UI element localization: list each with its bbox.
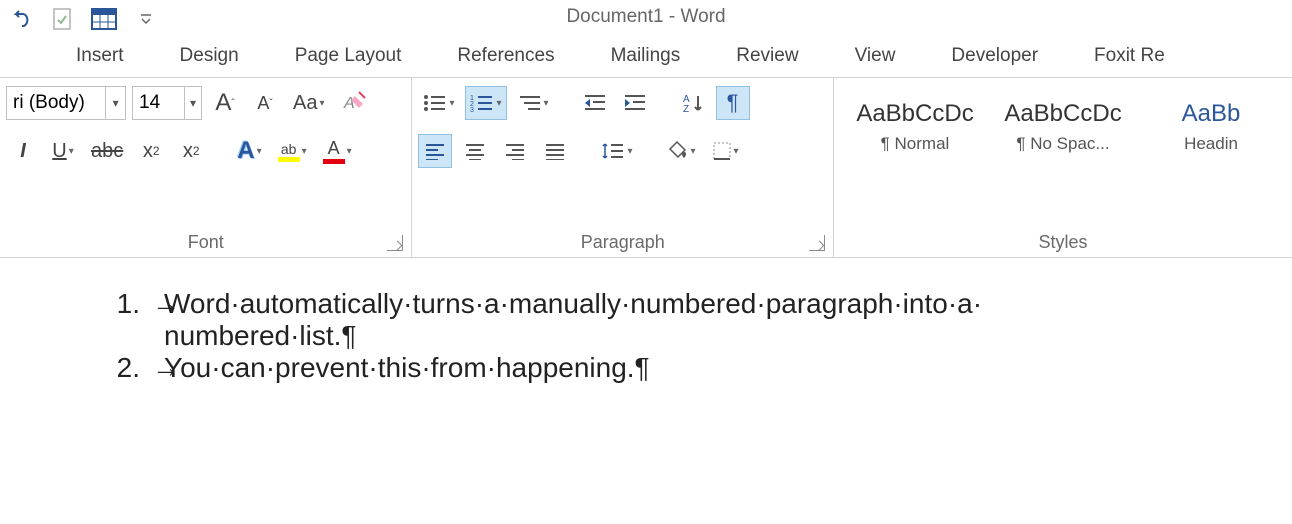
ribbon: ▾ ▾ Aˆ Aˇ Aa▾ A I U▾ abc x2 x2 (0, 78, 1292, 258)
ribbon-tabs: Insert Design Page Layout References Mai… (0, 38, 1292, 78)
font-size-input[interactable] (133, 92, 184, 114)
tab-references[interactable]: References (429, 37, 582, 77)
decrease-indent-button[interactable] (578, 86, 612, 120)
show-hide-marks-button[interactable]: ¶ (716, 86, 750, 120)
group-styles: AaBbCcDc ¶ Normal AaBbCcDc ¶ No Spac... … (834, 78, 1292, 257)
list-item-continuation: numbered·list.¶ (100, 320, 1292, 352)
shading-button[interactable]: ▾ (661, 134, 700, 168)
highlight-button[interactable]: ab▾ (273, 134, 312, 168)
list-item: 1. → Word·automatically·turns·a·manually… (100, 288, 1292, 320)
list-text[interactable]: Word·automatically·turns·a·manually·numb… (164, 288, 982, 320)
tab-page-layout[interactable]: Page Layout (267, 37, 430, 77)
align-left-button[interactable] (418, 134, 452, 168)
style-heading[interactable]: AaBb Headin (1146, 100, 1276, 154)
svg-text:3: 3 (470, 107, 474, 113)
font-size-combo[interactable]: ▾ (132, 86, 202, 120)
customize-qat-icon[interactable] (132, 5, 160, 33)
table-icon[interactable] (90, 5, 118, 33)
borders-button[interactable]: ▾ (707, 134, 744, 168)
align-center-button[interactable] (458, 134, 492, 168)
font-name-input[interactable] (7, 92, 105, 114)
undo-icon[interactable] (6, 5, 34, 33)
font-dialog-launcher[interactable] (387, 235, 403, 251)
list-item: 2. → You·can·prevent·this·from·happening… (100, 352, 1292, 384)
list-number: 2. (100, 352, 152, 384)
document-check-icon[interactable] (48, 5, 76, 33)
group-font: ▾ ▾ Aˆ Aˇ Aa▾ A I U▾ abc x2 x2 (0, 78, 412, 257)
list-text[interactable]: You·can·prevent·this·from·happening.¶ (164, 352, 650, 384)
bullets-button[interactable]: ▾ (418, 86, 459, 120)
list-text[interactable]: numbered·list.¶ (164, 320, 356, 352)
clear-formatting-button[interactable]: A (336, 86, 372, 120)
bold-button[interactable]: I (6, 134, 40, 168)
group-paragraph: ▾ 123▾ ▾ AZ (412, 78, 834, 257)
chevron-down-icon[interactable]: ▾ (184, 87, 201, 119)
grow-font-button[interactable]: Aˆ (208, 86, 242, 120)
tab-review[interactable]: Review (708, 37, 826, 77)
change-case-button[interactable]: Aa▾ (288, 86, 330, 120)
tab-insert[interactable]: Insert (48, 37, 152, 77)
tab-foxit[interactable]: Foxit Re (1066, 37, 1193, 77)
paragraph-dialog-launcher[interactable] (809, 235, 825, 251)
chevron-down-icon[interactable]: ▾ (105, 87, 125, 119)
font-color-button[interactable]: A▾ (318, 134, 357, 168)
text-effects-button[interactable]: A▾ (232, 134, 266, 168)
align-right-button[interactable] (498, 134, 532, 168)
underline-button[interactable]: U▾ (46, 134, 80, 168)
tab-mailings[interactable]: Mailings (583, 37, 709, 77)
line-spacing-button[interactable]: ▾ (596, 134, 637, 168)
style-no-spacing[interactable]: AaBbCcDc ¶ No Spac... (998, 100, 1128, 154)
group-font-label: Font (6, 227, 405, 257)
sort-button[interactable]: AZ (676, 86, 710, 120)
quick-access-toolbar (0, 0, 1292, 38)
increase-indent-button[interactable] (618, 86, 652, 120)
tab-developer[interactable]: Developer (923, 37, 1066, 77)
tab-view[interactable]: View (827, 37, 924, 77)
svg-text:Z: Z (683, 104, 689, 114)
justify-button[interactable] (538, 134, 572, 168)
style-normal[interactable]: AaBbCcDc ¶ Normal (850, 100, 980, 154)
numbering-button[interactable]: 123▾ (465, 86, 506, 120)
tab-design[interactable]: Design (152, 37, 267, 77)
svg-text:A: A (343, 95, 355, 112)
subscript-button[interactable]: x2 (134, 134, 168, 168)
superscript-button[interactable]: x2 (174, 134, 208, 168)
group-styles-label: Styles (840, 227, 1286, 257)
font-name-combo[interactable]: ▾ (6, 86, 126, 120)
strikethrough-button[interactable]: abc (86, 134, 128, 168)
multilevel-list-button[interactable]: ▾ (513, 86, 554, 120)
list-number: 1. (100, 288, 152, 320)
group-paragraph-label: Paragraph (418, 227, 827, 257)
shrink-font-button[interactable]: Aˇ (248, 86, 282, 120)
document-body[interactable]: 1. → Word·automatically·turns·a·manually… (0, 258, 1292, 384)
